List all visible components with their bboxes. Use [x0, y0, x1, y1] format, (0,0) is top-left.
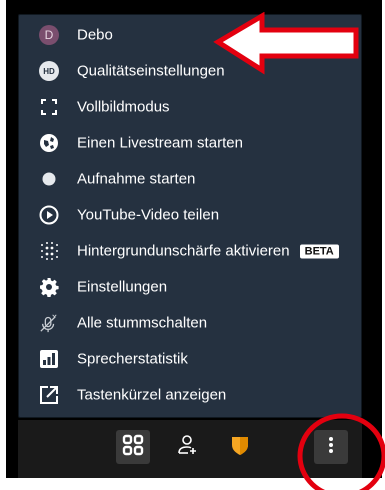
menu-item-label: Alle stummschalten — [77, 314, 208, 332]
menu-item-youtube[interactable]: YouTube-Video teilen — [19, 197, 361, 233]
menu-item-mute-all[interactable]: Alle stummschalten — [19, 305, 361, 341]
gear-icon — [39, 277, 59, 297]
menu-item-label: Vollbildmodus — [77, 98, 170, 116]
menu-item-label: Hintergrundunschärfe aktivieren BETA — [77, 243, 339, 260]
menu-item-livestream[interactable]: Einen Livestream starten — [19, 125, 361, 161]
menu-item-label: Tastenkürzel anzeigen — [77, 386, 227, 404]
blur-icon — [39, 241, 59, 261]
play-circle-icon — [39, 205, 59, 225]
speaker-stats-icon — [39, 349, 59, 369]
mute-all-icon — [39, 313, 59, 333]
beta-badge: BETA — [299, 244, 339, 259]
menu-item-label: Qualitätseinstellungen — [77, 62, 225, 80]
tile-view-icon — [122, 434, 144, 461]
tile-view-button[interactable] — [116, 430, 150, 464]
menu-item-speaker-stats[interactable]: Sprecherstatistik — [19, 341, 361, 377]
menu-item-fullscreen[interactable]: Vollbildmodus — [19, 89, 361, 125]
menu-item-settings[interactable]: Einstellungen — [19, 269, 361, 305]
record-icon — [39, 169, 59, 189]
menu-item-background-blur[interactable]: Hintergrundunschärfe aktivieren BETA — [19, 233, 361, 269]
avatar-icon: D — [39, 25, 59, 45]
hd-quality-icon: HD — [39, 61, 59, 81]
livestream-icon — [39, 133, 59, 153]
add-participant-icon — [176, 434, 198, 461]
security-button[interactable] — [223, 430, 257, 464]
menu-item-label: YouTube-Video teilen — [77, 206, 220, 224]
annotation-circle — [297, 413, 385, 490]
fullscreen-icon — [39, 97, 59, 117]
menu-item-label: Debo — [77, 26, 113, 44]
menu-item-label: Sprecherstatistik — [77, 350, 188, 368]
menu-item-label: Aufnahme starten — [77, 170, 196, 188]
menu-item-label: Einen Livestream starten — [77, 134, 243, 152]
menu-item-label: Einstellungen — [77, 278, 168, 296]
shortcut-icon — [39, 385, 59, 405]
menu-item-recording[interactable]: Aufnahme starten — [19, 161, 361, 197]
annotation-arrow — [213, 12, 359, 75]
invite-button[interactable] — [170, 430, 204, 464]
shield-icon — [230, 434, 250, 461]
